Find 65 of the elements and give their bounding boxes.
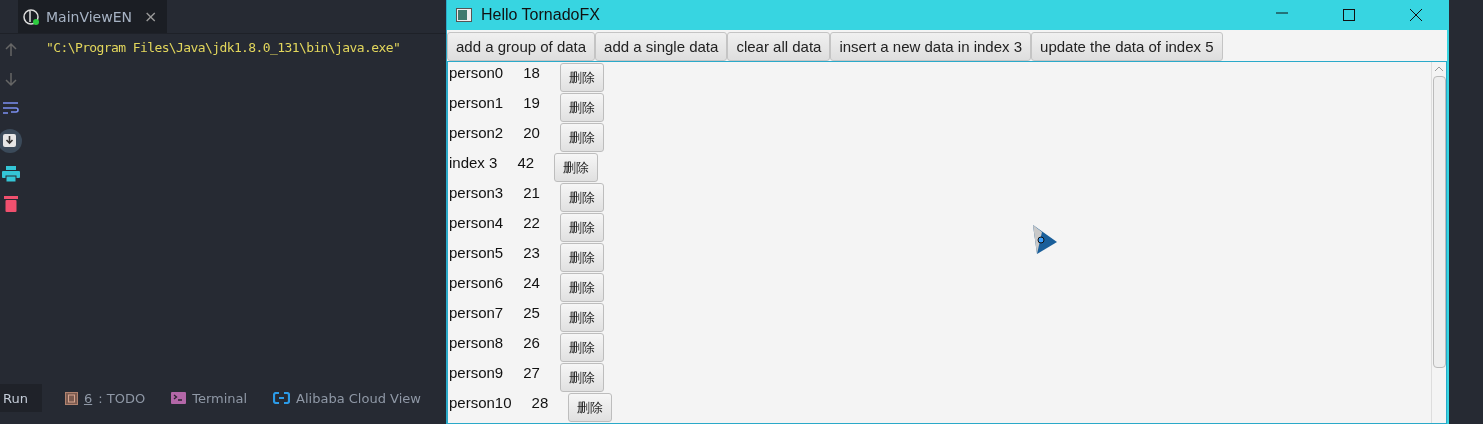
up-arrow-icon[interactable] [3, 42, 19, 58]
person-name: person10 [449, 393, 512, 411]
person-age: 42 [517, 153, 535, 171]
delete-button[interactable]: 删除 [568, 393, 613, 422]
person-age: 24 [523, 273, 540, 291]
trash-icon[interactable] [4, 195, 18, 212]
person-age: 23 [523, 243, 540, 261]
tool-window-tab[interactable]: Terminal [168, 384, 251, 412]
person-age: 27 [523, 363, 540, 381]
person-name: person0 [449, 63, 504, 81]
toolbar-button[interactable]: insert a new data in index 3 [830, 32, 1032, 61]
delete-button[interactable]: 删除 [559, 303, 604, 332]
window-app-icon [456, 8, 472, 22]
delete-button[interactable]: 删除 [559, 363, 604, 392]
person-name: person6 [449, 273, 504, 291]
mouse-cursor-icon [1032, 224, 1058, 256]
toolbar-button[interactable]: add a group of data [447, 32, 596, 61]
scroll-to-end-icon[interactable] [0, 129, 22, 153]
delete-button[interactable]: 删除 [559, 333, 604, 362]
person-age: 18 [523, 63, 540, 81]
down-arrow-icon[interactable] [3, 71, 19, 87]
person-name: index 3 [449, 153, 498, 171]
maximize-icon[interactable] [1342, 8, 1356, 22]
todo-icon [64, 391, 78, 405]
scrollbar[interactable] [1431, 62, 1446, 423]
person-age: 22 [523, 213, 540, 231]
delete-button[interactable]: 删除 [559, 273, 604, 302]
close-icon[interactable] [1409, 8, 1423, 22]
delete-button[interactable]: 删除 [559, 63, 604, 92]
toolbar-button[interactable]: add a single data [595, 32, 728, 61]
delete-button[interactable]: 删除 [554, 153, 599, 182]
close-tab-icon[interactable]: × [143, 7, 158, 26]
console-line: "C:\Program Files\Java\jdk1.8.0_131\bin\java.exe" [46, 40, 401, 55]
person-age: 19 [523, 93, 540, 111]
terminal-icon [171, 392, 187, 404]
delete-button[interactable]: 删除 [559, 243, 604, 272]
person-age: 26 [523, 333, 540, 351]
app-logo-icon [22, 7, 40, 26]
tool-window-tab[interactable]: Alibaba Cloud View [270, 384, 424, 412]
print-icon[interactable] [2, 166, 20, 182]
scroll-up-icon[interactable] [1434, 66, 1444, 72]
person-name: person3 [449, 183, 504, 201]
person-name: person8 [449, 333, 504, 351]
person-name: person2 [449, 123, 504, 141]
person-age: 21 [523, 183, 540, 201]
delete-button[interactable]: 删除 [559, 93, 604, 122]
wrap-lines-icon[interactable] [2, 100, 20, 116]
tool-window-tab[interactable]: 6 : TODO [61, 384, 149, 412]
person-name: person4 [449, 213, 504, 231]
toolbar-button[interactable]: clear all data [727, 32, 831, 61]
person-name: person1 [449, 93, 504, 111]
delete-button[interactable]: 删除 [559, 123, 604, 152]
window-title: Hello TornadoFX [481, 6, 600, 24]
delete-button[interactable]: 删除 [559, 213, 604, 242]
tool-window-tab[interactable]: Run [0, 384, 42, 412]
person-name: person9 [449, 363, 504, 381]
person-age: 28 [531, 393, 549, 411]
editor-tab[interactable]: MainViewEN × [18, 0, 168, 33]
delete-button[interactable]: 删除 [559, 183, 604, 212]
cloud-logo-icon [273, 392, 291, 404]
person-age: 25 [523, 303, 540, 321]
person-age: 20 [523, 123, 540, 141]
toolbar-button[interactable]: update the data of index 5 [1031, 32, 1223, 61]
person-name: person7 [449, 303, 504, 321]
person-name: person5 [449, 243, 504, 261]
